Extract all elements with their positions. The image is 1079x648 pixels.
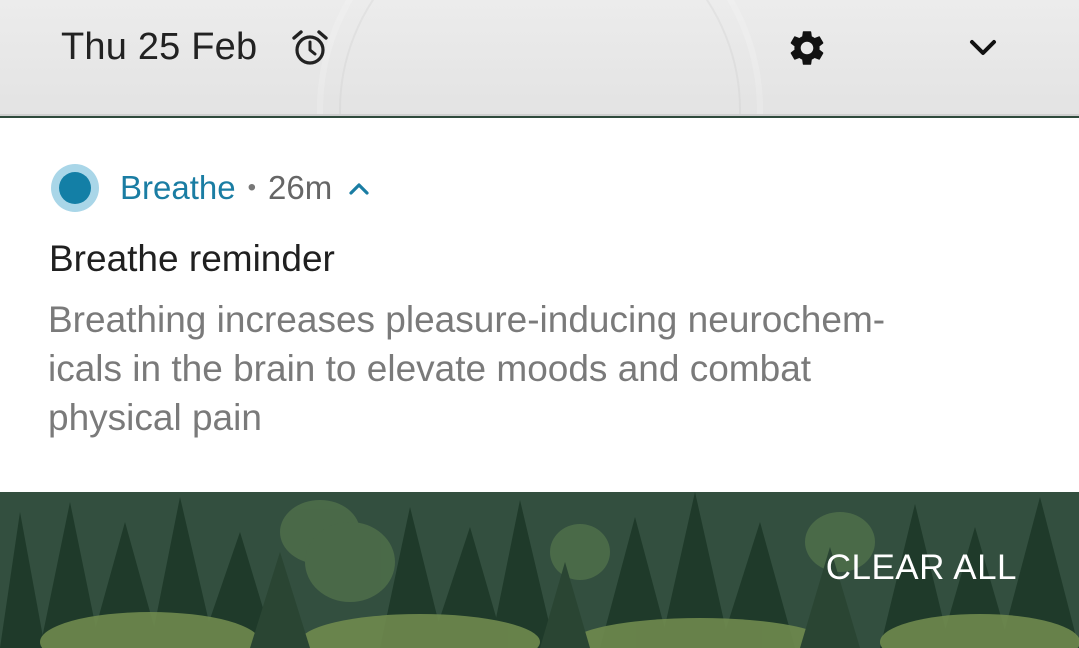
gear-icon[interactable] bbox=[786, 27, 828, 69]
notification-header-row: Breathe • 26m bbox=[120, 168, 370, 208]
clear-all-button[interactable]: CLEAR ALL bbox=[826, 548, 1017, 588]
chevron-down-icon[interactable] bbox=[967, 34, 999, 62]
notification-title: Breathe reminder bbox=[49, 238, 335, 279]
time-ago: 26m bbox=[268, 169, 333, 206]
breathe-app-icon bbox=[51, 164, 99, 212]
alarm-clock-icon[interactable] bbox=[290, 28, 330, 68]
app-name: Breathe bbox=[120, 169, 236, 206]
wallpaper-forest: CLEAR ALL bbox=[0, 492, 1079, 648]
date-text: Thu 25 Feb bbox=[61, 26, 258, 68]
quick-settings-header: Thu 25 Feb bbox=[0, 0, 1079, 116]
notification-shade: Thu 25 Feb Breathe • 26m Breathe reminde… bbox=[0, 0, 1079, 648]
notification-body: Breathing increases pleasure-inducing ne… bbox=[48, 299, 886, 438]
breathe-notification-card[interactable]: Breathe • 26m Breathe reminder Breathing… bbox=[0, 118, 1079, 492]
separator-dot: • bbox=[247, 174, 256, 201]
chevron-up-icon[interactable] bbox=[348, 180, 370, 196]
header-divider bbox=[0, 114, 1079, 116]
